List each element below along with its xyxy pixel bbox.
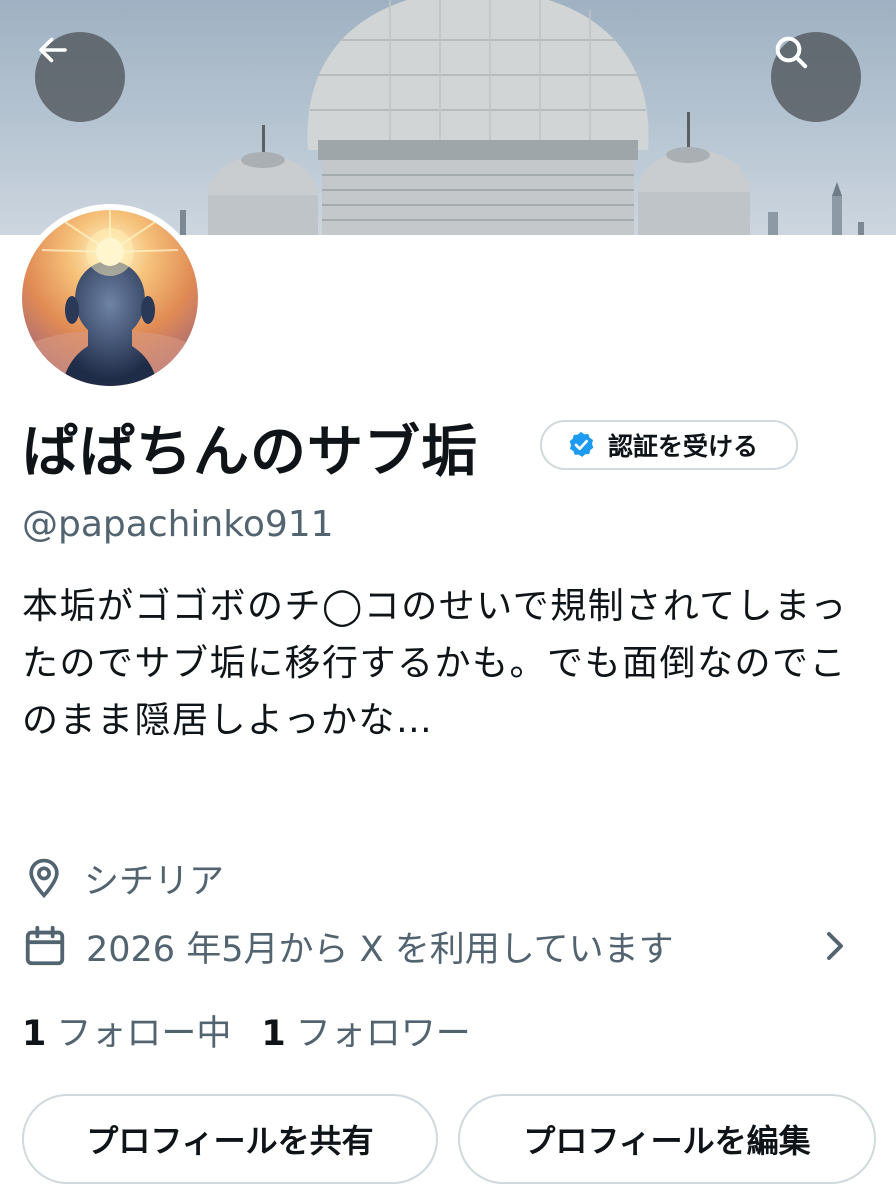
chevron-right-icon[interactable] bbox=[820, 928, 850, 964]
location-text: シチリア bbox=[84, 861, 225, 902]
search-icon bbox=[775, 36, 808, 69]
location-pin-icon bbox=[29, 858, 59, 899]
profile-bio: 本垢がゴゴボのチ◯コのせいで規制されてしまったのでサブ垢に移行するかも。でも面倒… bbox=[22, 586, 848, 741]
edit-profile-button[interactable]: プロフィールを編集 bbox=[458, 1094, 876, 1184]
arrow-left-icon bbox=[39, 37, 67, 63]
banner-image bbox=[180, 0, 864, 235]
joined-date-text: 2026 年5月から X を利用しています bbox=[86, 929, 674, 970]
following-link[interactable]: 1 フォロー中 bbox=[22, 1005, 231, 1056]
verified-badge-icon bbox=[569, 431, 594, 457]
display-name: ぱぱちんのサブ垢 bbox=[22, 420, 478, 485]
back-button[interactable] bbox=[35, 32, 125, 122]
search-button[interactable] bbox=[771, 32, 861, 122]
followers-label: フォロワー bbox=[295, 1013, 471, 1054]
get-verified-button[interactable]: 認証を受ける bbox=[540, 420, 798, 470]
joined-row[interactable]: 2026 年5月から X を利用しています bbox=[22, 918, 852, 974]
share-profile-button[interactable]: プロフィールを共有 bbox=[22, 1094, 438, 1184]
following-count: 1 bbox=[22, 1013, 47, 1054]
username-handle: @papachinko911 bbox=[22, 504, 334, 545]
followers-link[interactable]: 1 フォロワー bbox=[261, 1005, 470, 1056]
profile-banner[interactable] bbox=[0, 0, 896, 235]
location-row: シチリア bbox=[22, 850, 224, 906]
followers-count: 1 bbox=[261, 1013, 286, 1054]
follow-stats: 1 フォロー中 1 フォロワー bbox=[22, 1002, 471, 1058]
avatar[interactable] bbox=[16, 204, 204, 392]
get-verified-label: 認証を受ける bbox=[608, 432, 759, 461]
calendar-icon bbox=[25, 925, 65, 966]
following-label: フォロー中 bbox=[56, 1013, 232, 1054]
avatar-image bbox=[22, 210, 198, 386]
